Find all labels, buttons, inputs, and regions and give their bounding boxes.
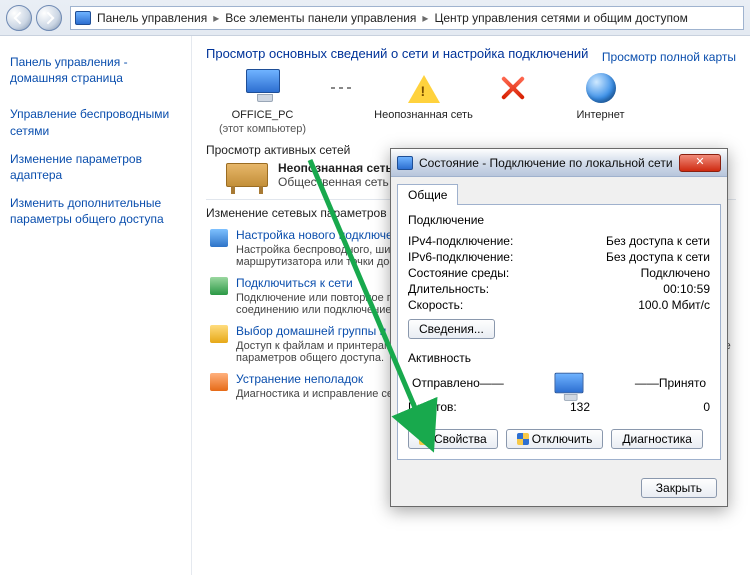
node-unknown-network[interactable]: Неопознанная сеть [371,69,476,123]
group-activity-label: Активность [408,351,710,365]
globe-icon [586,73,616,103]
ipv6-value: Без доступа к сети [606,250,710,264]
diagnostics-button[interactable]: Диагностика [611,429,703,449]
network-setup-icon [210,229,228,247]
nav-forward-button[interactable] [36,5,62,31]
close-button[interactable]: ✕ [679,154,721,172]
network-icon [397,156,413,170]
breadcrumb-item[interactable]: Центр управления сетями и общим доступом [434,11,688,25]
option-title[interactable]: Настройка нового подключения [236,228,413,242]
view-full-map-link[interactable]: Просмотр полной карты [602,50,736,64]
group-connection-label: Подключение [408,213,710,227]
dialog-titlebar[interactable]: Состояние - Подключение по локальной сет… [391,149,727,177]
shield-icon [419,433,431,445]
sidebar-item-wireless[interactable]: Управление беспроводными сетями [8,100,183,144]
speed-value: 100.0 Мбит/с [638,298,710,312]
ipv4-label: IPv4-подключение: [408,234,513,248]
nav-back-button[interactable] [6,5,32,31]
bench-icon [226,163,268,187]
address-toolbar: Панель управления ▸ Все элементы панели … [0,0,750,36]
sidebar-item-sharing[interactable]: Изменить дополнительные параметры общего… [8,189,183,233]
activity-diagram: Отправлено —— —— Принято [408,371,710,395]
link-line-icon [331,87,355,89]
dialog-title: Состояние - Подключение по локальной сет… [419,156,679,170]
sidebar-home-link[interactable]: Панель управления -домашняя страница [8,48,183,92]
network-type[interactable]: Общественная сеть [278,175,393,189]
tab-general[interactable]: Общие [397,184,458,205]
network-map: OFFICE_PC (этот компьютер) Неопознанная … [206,69,736,137]
breadcrumb-item[interactable]: Панель управления [97,11,207,25]
breadcrumb-item[interactable]: Все элементы панели управления [225,11,416,25]
ipv4-value: Без доступа к сети [606,234,710,248]
sidebar-item-adapter[interactable]: Изменение параметров адаптера [8,145,183,189]
troubleshoot-icon [210,373,228,391]
sidebar: Панель управления -домашняя страница Упр… [0,36,192,575]
node-this-pc[interactable]: OFFICE_PC (этот компьютер) [210,69,315,137]
close-dialog-button[interactable]: Закрыть [641,478,717,498]
breadcrumb-bar[interactable]: Панель управления ▸ Все элементы панели … [70,6,744,30]
packets-sent-value: 132 [457,400,704,414]
line-icon: —— [480,376,504,390]
chevron-right-icon: ▸ [422,11,428,25]
node-no-connection [492,69,532,101]
connect-icon [210,277,228,295]
packets-label: Пакетов: [408,400,457,414]
disable-button[interactable]: Отключить [506,429,604,449]
node-label: Интернет [577,109,625,123]
packets-recv-value: 0 [703,400,710,414]
details-button[interactable]: Сведения... [408,319,495,339]
status-dialog: Состояние - Подключение по локальной сет… [390,148,728,507]
shield-icon [517,433,529,445]
duration-label: Длительность: [408,282,489,296]
network-name: Неопознанная сеть [278,161,393,175]
properties-button[interactable]: Свойства [408,429,498,449]
node-sublabel: (этот компьютер) [219,123,306,137]
node-label: Неопознанная сеть [374,109,473,123]
ipv6-label: IPv6-подключение: [408,250,513,264]
tab-panel-general: Подключение IPv4-подключение: Без доступа… [397,204,721,460]
option-title[interactable]: Подключиться к сети [236,276,353,290]
media-label: Состояние среды: [408,266,509,280]
speed-label: Скорость: [408,298,463,312]
received-label: Принято [659,376,706,390]
pc-icon [555,373,584,393]
control-panel-icon [75,11,91,25]
node-label: OFFICE_PC [232,109,294,123]
line-icon: —— [635,376,659,390]
chevron-right-icon: ▸ [213,11,219,25]
pc-icon [246,69,280,93]
red-x-icon [499,75,525,101]
media-value: Подключено [641,266,710,280]
warning-icon [408,75,440,103]
sent-label: Отправлено [412,376,480,390]
homegroup-icon [210,325,228,343]
duration-value: 00:10:59 [663,282,710,296]
node-internet[interactable]: Интернет [548,69,653,123]
option-title[interactable]: Устранение неполадок [236,372,363,386]
